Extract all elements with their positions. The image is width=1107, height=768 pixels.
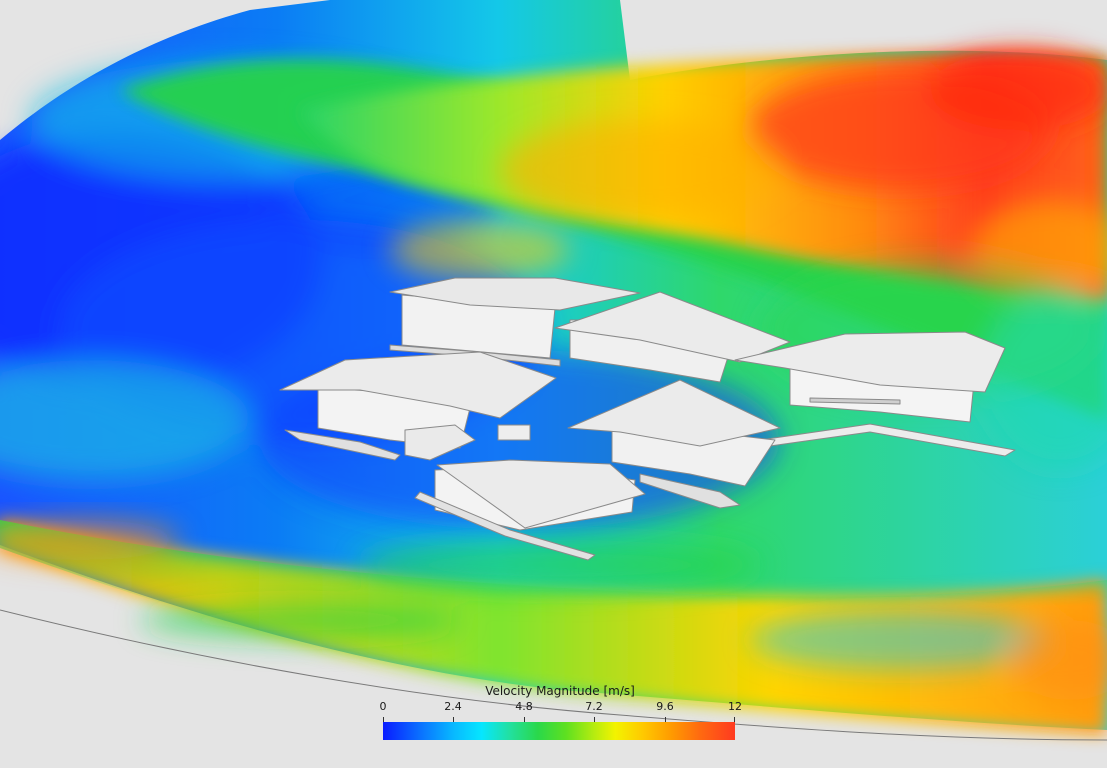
- legend-tick-label: 4.8: [515, 700, 533, 713]
- legend-tick-label: 7.2: [585, 700, 603, 713]
- 3d-viewport[interactable]: Velocity Magnitude [m/s] 0 2.4 4.8 7.2 9…: [0, 0, 1107, 768]
- legend-colorbar: [383, 722, 735, 740]
- legend-tick-label: 12: [728, 700, 742, 713]
- legend-tick-label: 2.4: [444, 700, 462, 713]
- velocity-legend: Velocity Magnitude [m/s] 0 2.4 4.8 7.2 9…: [370, 684, 750, 754]
- legend-title: Velocity Magnitude [m/s]: [485, 684, 635, 698]
- legend-tick-label: 9.6: [656, 700, 674, 713]
- legend-tick-label: 0: [379, 700, 387, 713]
- velocity-field-scene[interactable]: [0, 0, 1107, 768]
